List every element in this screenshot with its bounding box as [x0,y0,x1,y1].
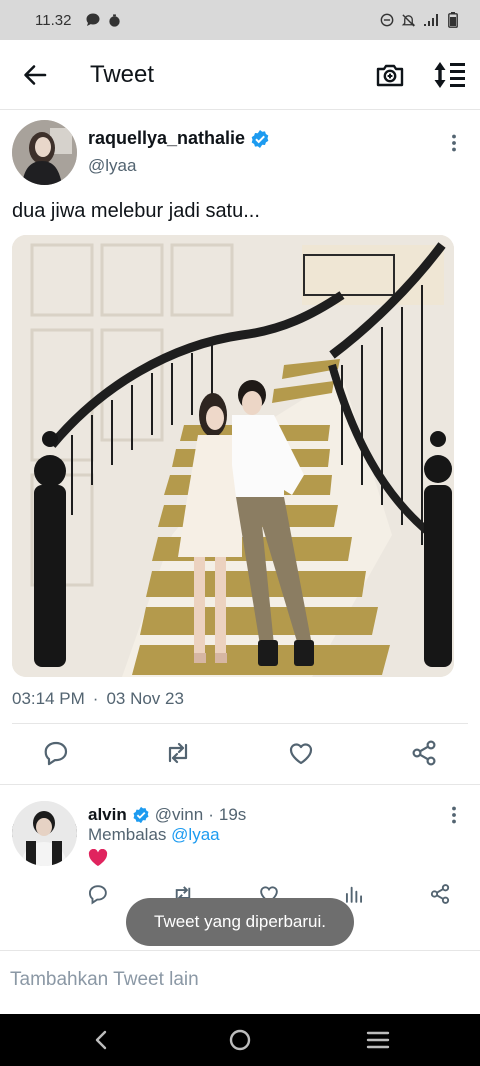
verified-badge-icon [133,806,149,824]
reply-icon[interactable] [87,883,109,905]
tweet-timestamp: 03:14 PM · 03 Nov 23 [12,689,184,709]
add-tweet-input[interactable] [10,965,470,995]
more-options-icon[interactable] [444,133,464,153]
tweet-photo[interactable] [12,235,454,677]
divider [12,723,468,724]
stats-icon[interactable] [343,883,365,905]
replying-mention[interactable]: @lyaa [171,825,219,844]
timestamp-separator: · [92,689,99,708]
reply-text [88,848,108,873]
back-arrow-icon[interactable] [20,60,50,90]
reply-separator: · [208,805,214,824]
author-handle[interactable]: @lyaa [88,156,136,176]
tweet-date: 03 Nov 23 [106,689,184,708]
toast-message: Tweet yang diperbarui. [126,898,354,946]
signal-icon [424,14,438,26]
nav-recents-icon[interactable] [366,1028,390,1052]
reply-icon[interactable] [42,739,70,767]
author-name-row[interactable]: raquellya_nathalie [88,128,270,149]
like-icon[interactable] [287,739,315,767]
page-title: Tweet [90,61,155,88]
minus-circle-icon [380,13,394,27]
nav-back-icon[interactable] [90,1028,114,1052]
staircase-couple-photo [12,235,454,677]
status-bar: 11.32 [0,0,480,40]
reply-more-options-icon[interactable] [444,805,464,825]
replying-prefix: Membalas [88,825,167,844]
sort-icon[interactable] [432,59,468,91]
replying-to: Membalas @lyaa [88,825,220,845]
tweet-text: dua jiwa melebur jadi satu... [12,200,260,222]
reply-avatar-photo [12,801,77,866]
retweet-icon[interactable] [164,739,192,767]
red-heart-emoji [88,848,108,866]
reply-handle[interactable]: @vinn [155,805,203,825]
status-time: 11.32 [35,11,72,29]
timer-icon [109,13,121,27]
reply-header: alvin @vinn · 19s [88,805,246,825]
chat-bubble-icon [86,13,100,26]
share-icon[interactable] [429,883,451,905]
reply-display-name[interactable]: alvin [88,805,127,825]
tweet-time: 03:14 PM [12,689,85,708]
divider [0,784,480,785]
battery-icon [448,12,458,28]
camera-plus-icon[interactable] [374,59,406,91]
bell-off-icon [401,13,416,27]
system-nav-bar [0,1014,480,1066]
share-icon[interactable] [410,739,438,767]
nav-home-icon[interactable] [228,1028,252,1052]
author-display-name[interactable]: raquellya_nathalie [88,128,245,149]
app-header: Tweet [0,40,480,110]
compose-bar [0,950,480,1009]
verified-badge-icon [251,129,269,148]
avatar-photo [12,120,77,185]
reply-avatar[interactable] [12,801,77,866]
tweet-action-bar [0,735,480,775]
reply-time: 19s [218,805,247,824]
avatar[interactable] [12,120,77,185]
